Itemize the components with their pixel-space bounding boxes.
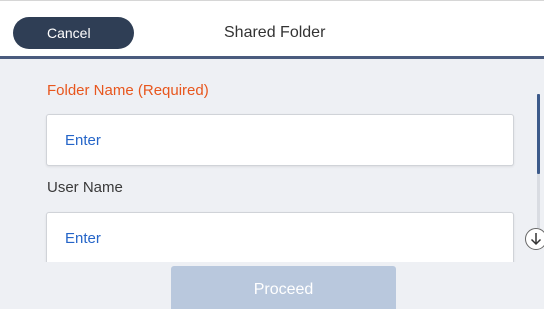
user-name-label: User Name xyxy=(47,179,123,196)
page-title: Shared Folder xyxy=(224,24,326,41)
folder-name-label: Folder Name (Required) xyxy=(47,82,209,99)
proceed-button[interactable]: Proceed xyxy=(171,266,396,309)
folder-name-placeholder: Enter xyxy=(65,132,101,149)
scroll-down-button[interactable] xyxy=(525,228,544,250)
shared-folder-screen: Cancel Shared Folder Folder Name (Requir… xyxy=(0,0,544,309)
user-name-field[interactable]: Enter xyxy=(46,212,514,266)
header-bar: Cancel Shared Folder xyxy=(0,0,544,58)
user-name-placeholder: Enter xyxy=(65,230,101,247)
scrollbar-thumb[interactable] xyxy=(537,94,540,174)
cancel-button[interactable]: Cancel xyxy=(13,17,134,49)
arrow-down-circle-icon xyxy=(530,233,542,246)
folder-name-field[interactable]: Enter xyxy=(46,114,514,166)
